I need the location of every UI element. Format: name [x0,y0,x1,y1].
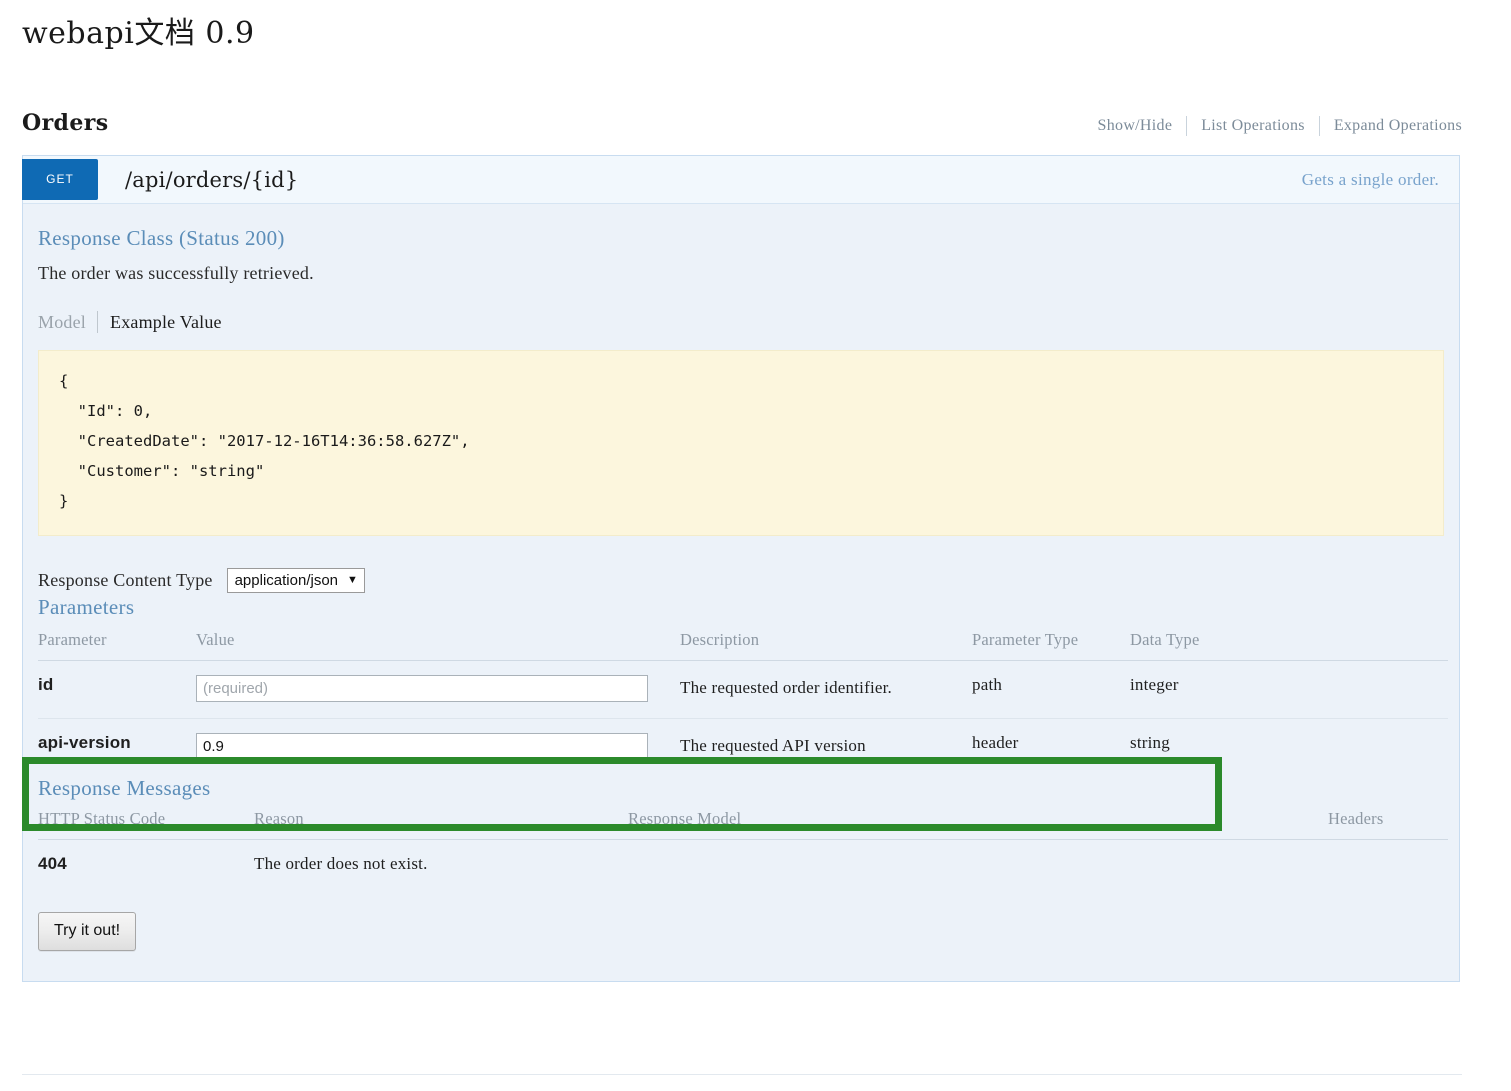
http-method-badge: GET [22,158,98,200]
show-hide-link[interactable]: Show/Hide [1098,117,1187,135]
response-model [628,839,1328,890]
col-header-reason: Reason [254,808,628,840]
bottom-divider [22,1074,1462,1075]
table-row: api-version The requested API version he… [38,718,1448,776]
response-content-type-label: Response Content Type [38,570,213,591]
col-header-headers: Headers [1328,808,1448,840]
response-content-type-value: application/json [234,572,338,590]
col-header-description: Description [680,629,972,661]
col-header-response-model: Response Model [628,808,1328,840]
response-reason: The order does not exist. [254,853,428,873]
tab-example-value[interactable]: Example Value [98,312,222,333]
param-data-type-api-version: string [1130,732,1170,752]
table-row: id The requested order identifier. path … [38,660,1448,719]
parameters-heading: Parameters [38,594,135,619]
response-content-type-row: Response Content Type application/json ▼ [38,567,1444,595]
param-value-cell-api-version [196,718,680,776]
operation-path: /api/orders/{id} [125,167,299,192]
param-description-id: The requested order identifier. [680,660,972,719]
operation-block: GET /api/orders/{id} Gets a single order… [22,155,1460,982]
param-type-id: path [972,660,1130,719]
swagger-page: webapi文档 0.9 Orders Show/Hide List Opera… [0,0,1511,1091]
model-tabs: Model Example Value [38,310,1444,334]
response-messages-header-row: HTTP Status Code Reason Response Model H… [38,808,1448,840]
resource-header: Orders Show/Hide List Operations Expand … [22,110,1462,148]
col-header-parameter: Parameter [38,629,196,661]
list-operations-link[interactable]: List Operations [1187,117,1319,135]
chevron-down-icon: ▼ [347,574,358,587]
operation-body: Response Class (Status 200) The order wa… [23,204,1459,981]
param-type-api-version: header [972,732,1019,752]
col-header-http-status-code: HTTP Status Code [38,808,254,840]
param-input-api-version[interactable] [196,732,648,760]
parameters-table-header-row: Parameter Value Description Parameter Ty… [38,629,1448,661]
parameters-table: Parameter Value Description Parameter Ty… [38,629,1448,776]
response-status-code: 404 [38,853,67,873]
response-class-description: The order was successfully retrieved. [38,263,314,283]
page-title: webapi文档 0.9 [22,16,255,51]
response-content-type-select[interactable]: application/json ▼ [226,568,365,594]
col-header-parameter-type: Parameter Type [972,629,1130,661]
example-value-code: { "Id": 0, "CreatedDate": "2017-12-16T14… [38,350,1444,536]
param-description-api-version: The requested API version [680,735,866,755]
operation-summary: Gets a single order. [1301,169,1439,189]
col-header-value: Value [196,629,680,661]
param-name-id: id [38,660,196,719]
try-it-out-button[interactable]: Try it out! [38,911,137,951]
param-input-id[interactable] [196,674,648,702]
expand-operations-link[interactable]: Expand Operations [1320,117,1462,135]
table-row: 404 The order does not exist. [38,839,1448,890]
response-class-heading: Response Class (Status 200) [38,226,285,250]
tab-model[interactable]: Model [38,312,97,333]
col-header-data-type: Data Type [1130,629,1448,661]
param-data-type-id: integer [1130,660,1448,719]
operation-header-bar[interactable]: GET /api/orders/{id} Gets a single order… [22,156,1459,204]
param-name-api-version: api-version [38,732,131,752]
param-value-cell-id [196,660,680,719]
resource-operation-links: Show/Hide List Operations Expand Operati… [1098,116,1462,136]
response-messages-heading: Response Messages [38,775,211,800]
response-messages-table: HTTP Status Code Reason Response Model H… [38,808,1448,890]
response-headers [1328,839,1448,890]
resource-name: Orders [22,110,109,136]
